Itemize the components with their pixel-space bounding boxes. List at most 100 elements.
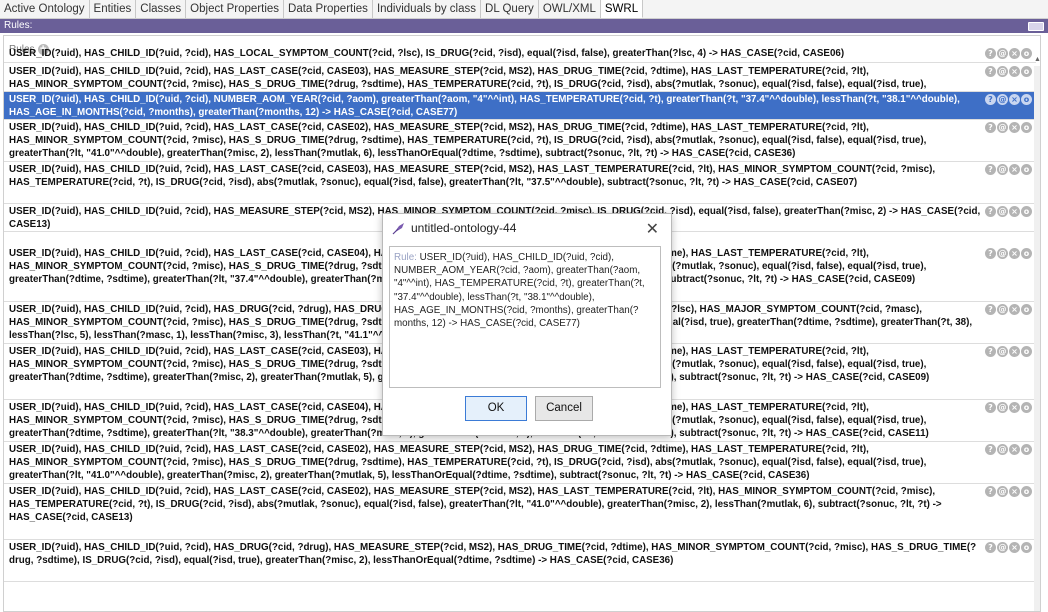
info-icon[interactable]: o <box>1021 94 1032 105</box>
help-icon[interactable]: ? <box>985 486 996 497</box>
rules-header-label: Rules: <box>4 20 33 31</box>
info-icon[interactable]: o <box>1021 444 1032 455</box>
help-icon[interactable]: ? <box>985 94 996 105</box>
delete-icon[interactable]: × <box>1009 48 1020 59</box>
delete-icon[interactable]: × <box>1009 94 1020 105</box>
edit-rule-dialog: untitled-ontology-44 ✕ Rule: USER_ID(?ui… <box>382 213 672 436</box>
rule-row[interactable]: USER_ID(?uid), HAS_CHILD_ID(?uid, ?cid),… <box>4 442 1036 484</box>
info-icon[interactable]: o <box>1021 122 1032 133</box>
delete-icon[interactable]: × <box>1009 486 1020 497</box>
help-icon[interactable]: ? <box>985 164 996 175</box>
info-icon[interactable]: o <box>1021 542 1032 553</box>
help-icon[interactable]: ? <box>985 66 996 77</box>
rule-text: USER_ID(?uid), HAS_CHILD_ID(?uid, ?cid),… <box>9 122 927 160</box>
edit-icon[interactable]: @ <box>997 248 1008 259</box>
edit-icon[interactable]: @ <box>997 164 1008 175</box>
rule-row-actions: ? @ × o <box>985 248 1032 259</box>
help-icon[interactable]: ? <box>985 542 996 553</box>
edit-icon[interactable]: @ <box>997 486 1008 497</box>
help-icon[interactable]: ? <box>985 206 996 217</box>
rule-row[interactable]: USER_ID(?uid), HAS_CHILD_ID(?uid, ?cid),… <box>4 64 1036 103</box>
rule-row-actions: ? @ × o <box>985 164 1032 175</box>
delete-icon[interactable]: × <box>1009 444 1020 455</box>
info-icon[interactable]: o <box>1021 248 1032 259</box>
delete-icon[interactable]: × <box>1009 248 1020 259</box>
rule-row-actions: ? @ × o <box>985 346 1032 357</box>
rule-row-actions: ? @ × o <box>985 402 1032 413</box>
rule-row[interactable]: USER_ID(?uid), HAS_CHILD_ID(?uid, ?cid),… <box>4 484 1036 540</box>
delete-icon[interactable]: × <box>1009 206 1020 217</box>
tab-dl-query[interactable]: DL Query <box>481 0 539 18</box>
edit-icon[interactable]: @ <box>997 444 1008 455</box>
rule-row[interactable]: USER_ID(?uid), HAS_CHILD_ID(?uid, ?cid),… <box>4 46 1036 63</box>
help-icon[interactable]: ? <box>985 248 996 259</box>
help-icon[interactable]: ? <box>985 402 996 413</box>
rule-text: USER_ID(?uid), HAS_CHILD_ID(?uid, ?cid),… <box>9 444 927 482</box>
info-icon[interactable]: o <box>1021 486 1032 497</box>
delete-icon[interactable]: × <box>1009 402 1020 413</box>
rule-row-actions: ? @ × o <box>985 48 1032 59</box>
rule-text: USER_ID(?uid), HAS_CHILD_ID(?uid, ?cid),… <box>9 486 942 524</box>
rule-row[interactable]: USER_ID(?uid), HAS_CHILD_ID(?uid, ?cid),… <box>4 120 1036 162</box>
info-icon[interactable]: o <box>1021 402 1032 413</box>
help-icon[interactable]: ? <box>985 444 996 455</box>
tab-swrl[interactable]: SWRL <box>600 0 644 18</box>
vertical-scrollbar[interactable] <box>1034 66 1040 611</box>
tab-bar: Active Ontology Entities Classes Object Pro… <box>0 0 1048 19</box>
rule-row-actions: ? @ × o <box>985 122 1032 133</box>
scroll-up-arrow-icon[interactable]: ▲ <box>1034 56 1040 64</box>
help-icon[interactable]: ? <box>985 346 996 357</box>
delete-icon[interactable]: × <box>1009 164 1020 175</box>
rule-editor-textarea[interactable]: Rule: USER_ID(?uid), HAS_CHILD_ID(?uid, … <box>389 246 661 388</box>
rule-text: USER_ID(?uid), HAS_CHILD_ID(?uid, ?cid),… <box>9 48 845 59</box>
edit-icon[interactable]: @ <box>997 542 1008 553</box>
help-icon[interactable]: ? <box>985 304 996 315</box>
edit-icon[interactable]: @ <box>997 122 1008 133</box>
info-icon[interactable]: o <box>1021 66 1032 77</box>
tab-object-properties[interactable]: Object Properties <box>186 0 285 18</box>
info-icon[interactable]: o <box>1021 48 1032 59</box>
dialog-title: untitled-ontology-44 <box>411 221 517 235</box>
edit-icon[interactable]: @ <box>997 48 1008 59</box>
rule-text: USER_ID(?uid), HAS_CHILD_ID(?uid, ?cid),… <box>9 94 960 119</box>
rule-row[interactable]: USER_ID(?uid), HAS_CHILD_ID(?uid, ?cid),… <box>4 540 1036 582</box>
edit-icon[interactable]: @ <box>997 94 1008 105</box>
delete-icon[interactable]: × <box>1009 542 1020 553</box>
help-icon[interactable]: ? <box>985 48 996 59</box>
rule-row[interactable]: USER_ID(?uid), HAS_CHILD_ID(?uid, ?cid),… <box>4 162 1036 204</box>
rule-editor-text: USER_ID(?uid), HAS_CHILD_ID(?uid, ?cid),… <box>394 252 645 330</box>
rule-row-actions: ? @ × o <box>985 66 1032 77</box>
tab-entities[interactable]: Entities <box>90 0 137 18</box>
tab-individuals-by-class[interactable]: Individuals by class <box>373 0 482 18</box>
view-options-button[interactable] <box>1028 22 1044 31</box>
rule-row-actions: ? @ × o <box>985 486 1032 497</box>
tab-data-properties[interactable]: Data Properties <box>284 0 373 18</box>
delete-icon[interactable]: × <box>1009 346 1020 357</box>
tab-active-ontology[interactable]: Active Ontology <box>0 0 90 18</box>
info-icon[interactable]: o <box>1021 164 1032 175</box>
edit-icon[interactable]: @ <box>997 304 1008 315</box>
tab-owl-xml[interactable]: OWL/XML <box>539 0 601 18</box>
dialog-titlebar: untitled-ontology-44 ✕ <box>383 214 671 242</box>
delete-icon[interactable]: × <box>1009 304 1020 315</box>
info-icon[interactable]: o <box>1021 206 1032 217</box>
delete-icon[interactable]: × <box>1009 66 1020 77</box>
info-icon[interactable]: o <box>1021 304 1032 315</box>
rule-row-actions: ? @ × o <box>985 304 1032 315</box>
edit-icon[interactable]: @ <box>997 402 1008 413</box>
rule-row[interactable]: USER_ID(?uid), HAS_CHILD_ID(?uid, ?cid),… <box>4 92 1036 120</box>
tab-classes[interactable]: Classes <box>136 0 187 18</box>
rule-label: Rule: <box>394 252 417 263</box>
ok-button[interactable]: OK <box>465 396 527 421</box>
close-icon[interactable]: ✕ <box>646 219 659 238</box>
help-icon[interactable]: ? <box>985 122 996 133</box>
rule-row-actions: ? @ × o <box>985 542 1032 553</box>
edit-icon[interactable]: @ <box>997 66 1008 77</box>
delete-icon[interactable]: × <box>1009 122 1020 133</box>
cancel-button[interactable]: Cancel <box>535 396 593 421</box>
info-icon[interactable]: o <box>1021 346 1032 357</box>
edit-icon[interactable]: @ <box>997 346 1008 357</box>
rule-text: USER_ID(?uid), HAS_CHILD_ID(?uid, ?cid),… <box>9 542 977 567</box>
edit-icon[interactable]: @ <box>997 206 1008 217</box>
rules-view-header: Rules: <box>0 19 1048 33</box>
